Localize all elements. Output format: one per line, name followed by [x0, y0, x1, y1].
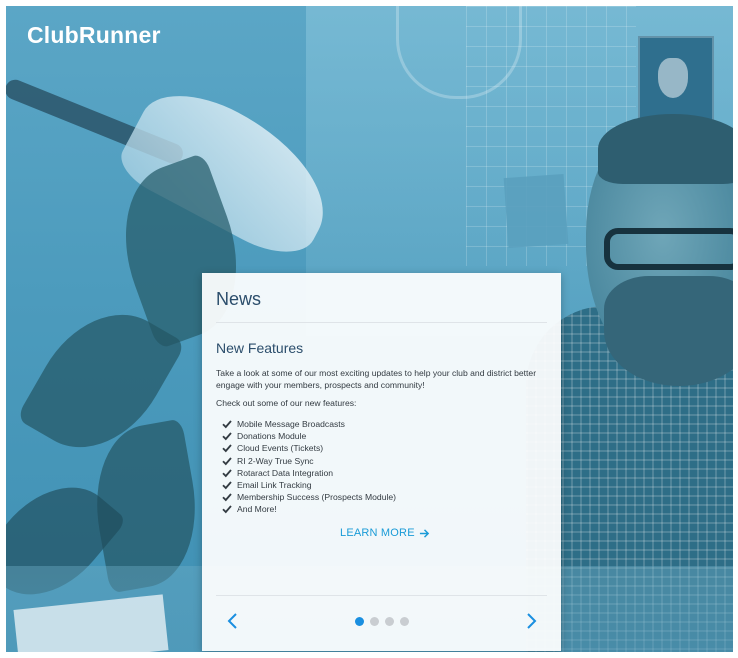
feature-label: Rotaract Data Integration — [237, 467, 334, 478]
article-intro: Take a look at some of our most exciting… — [216, 368, 537, 390]
check-icon — [222, 457, 232, 465]
background-pinned-card — [503, 173, 569, 249]
feature-label: Membership Success (Prospects Module) — [237, 492, 397, 503]
clubrunner-logo[interactable]: ClubRunner — [27, 22, 161, 49]
list-item: And More! — [222, 503, 396, 515]
check-icon — [222, 469, 232, 478]
carousel-dots — [355, 617, 409, 626]
carousel-dot[interactable] — [385, 617, 394, 626]
check-icon — [222, 505, 232, 514]
learn-more-link[interactable]: LEARN MORE — [340, 527, 430, 539]
carousel-dot[interactable] — [355, 617, 364, 626]
feature-label: Donations Module — [237, 431, 307, 442]
article-sub-intro: Check out some of our new features: — [216, 398, 357, 408]
check-icon — [222, 493, 232, 502]
news-divider-bottom — [216, 595, 547, 596]
list-item: Mobile Message Broadcasts — [222, 418, 396, 430]
news-card: News New Features Take a look at some of… — [202, 273, 561, 651]
list-item: Rotaract Data Integration — [222, 467, 396, 479]
article-title: New Features — [216, 340, 304, 356]
check-icon — [222, 432, 232, 441]
chevron-left-icon[interactable] — [225, 611, 241, 631]
chevron-right-icon[interactable] — [523, 611, 539, 631]
list-item: Cloud Events (Tickets) — [222, 442, 396, 454]
carousel-dot[interactable] — [370, 617, 379, 626]
feature-label: Cloud Events (Tickets) — [237, 443, 324, 454]
feature-label: RI 2-Way True Sync — [237, 455, 314, 466]
feature-label: And More! — [237, 504, 277, 515]
background-poster-art — [658, 58, 688, 98]
learn-more-label: LEARN MORE — [340, 527, 415, 539]
feature-label: Email Link Tracking — [237, 480, 312, 491]
hero-background: ClubRunner News New Features Take a look… — [6, 6, 733, 652]
arrow-right-icon — [419, 528, 429, 538]
feature-label: Mobile Message Broadcasts — [237, 419, 345, 430]
background-person-glasses — [604, 228, 733, 270]
check-icon — [222, 481, 232, 490]
background-person-hair — [598, 114, 733, 184]
list-item: RI 2-Way True Sync — [222, 455, 396, 467]
feature-list: Mobile Message Broadcasts Donations Modu… — [222, 418, 396, 516]
news-divider-top — [216, 322, 547, 323]
check-icon — [222, 420, 232, 429]
news-heading: News — [216, 289, 262, 309]
list-item: Email Link Tracking — [222, 479, 396, 491]
list-item: Donations Module — [222, 430, 396, 442]
carousel-dot[interactable] — [400, 617, 409, 626]
check-icon — [222, 444, 232, 453]
list-item: Membership Success (Prospects Module) — [222, 491, 396, 503]
